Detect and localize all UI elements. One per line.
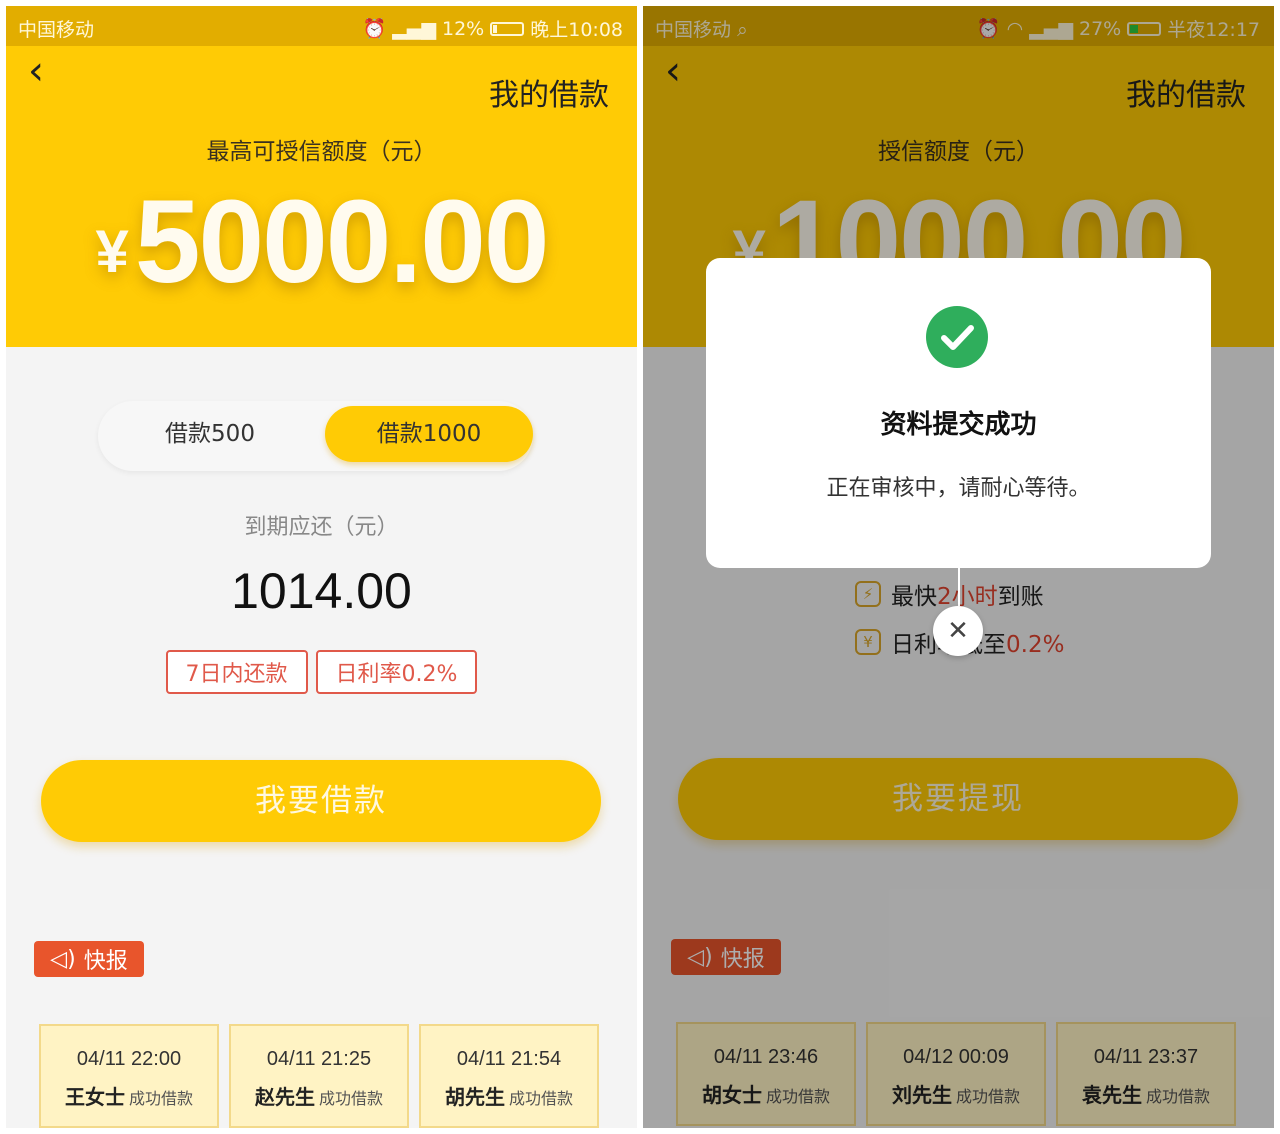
check-mark xyxy=(941,325,974,350)
credit-amount-value: 5000.00 xyxy=(134,176,550,308)
credit-label: 最高可授信额度（元） xyxy=(206,139,437,165)
status-bar: 中国移动 ⏰ ▂▄▆ 12% 晚上10:08 xyxy=(6,6,637,46)
speaker-icon: ◁) xyxy=(50,946,76,972)
dialog-connector xyxy=(958,568,960,606)
due-amount: 1014.00 xyxy=(231,563,412,619)
news-action: 成功借款 xyxy=(128,1089,193,1108)
news-card: 04/11 21:25 赵先生 成功借款 xyxy=(229,1024,409,1128)
signal-icon: ▂▄▆ xyxy=(392,17,436,40)
tab-loan-1000[interactable]: 借款1000 xyxy=(325,406,533,462)
alarm-icon: ⏰ xyxy=(362,18,387,40)
dialog-title: 资料提交成功 xyxy=(880,410,1037,440)
news-action: 成功借款 xyxy=(508,1089,573,1108)
left-phone-screen: 中国移动 ⏰ ▂▄▆ 12% 晚上10:08 ‹ 我的借款 最高可授信额度（元）… xyxy=(6,6,637,1128)
battery-percent: 12% xyxy=(442,17,485,40)
news-action: 成功借款 xyxy=(318,1089,383,1108)
currency-symbol: ¥ xyxy=(95,218,129,285)
tab-loan-500[interactable]: 借款500 xyxy=(110,406,310,462)
news-who: 胡先生 成功借款 xyxy=(421,1081,597,1110)
dialog-message: 正在审核中，请耐心等待。 xyxy=(826,476,1091,501)
news-card: 04/11 21:54 胡先生 成功借款 xyxy=(419,1024,599,1128)
news-name: 赵先生 xyxy=(254,1085,315,1109)
loan-amount-tabs: 借款500 借款1000 xyxy=(98,401,533,471)
rate-badge: 日利率0.2% xyxy=(315,650,478,694)
clock: 晚上10:08 xyxy=(530,19,623,41)
due-label: 到期应还（元） xyxy=(244,515,399,540)
back-arrow-icon[interactable]: ‹ xyxy=(28,48,44,94)
credit-header: ‹ 我的借款 最高可授信额度（元） ¥5000.00 xyxy=(6,46,637,347)
news-time: 04/11 21:25 xyxy=(266,1048,372,1070)
flash-news-label: 快报 xyxy=(83,949,128,974)
flash-news-tag: ◁) 快报 xyxy=(34,941,144,977)
success-dialog: 资料提交成功 正在审核中，请耐心等待。 xyxy=(706,258,1211,568)
news-name: 胡先生 xyxy=(444,1085,505,1109)
battery-icon xyxy=(490,21,525,36)
news-time: 04/11 22:00 xyxy=(76,1048,182,1070)
loan-terms: 7日内还款 日利率0.2% xyxy=(6,650,637,694)
news-name: 王女士 xyxy=(64,1085,125,1109)
page-title: 我的借款 xyxy=(489,78,609,113)
term-badge: 7日内还款 xyxy=(165,650,308,694)
credit-amount: ¥5000.00 xyxy=(6,174,637,310)
news-who: 王女士 成功借款 xyxy=(41,1081,217,1110)
borrow-button[interactable]: 我要借款 xyxy=(41,760,601,842)
news-who: 赵先生 成功借款 xyxy=(231,1081,407,1110)
carrier-name: 中国移动 xyxy=(18,19,95,41)
success-check-icon xyxy=(926,306,988,368)
news-card: 04/11 22:00 王女士 成功借款 xyxy=(39,1024,219,1128)
news-cards: 04/11 22:00 王女士 成功借款 04/11 21:25 赵先生 成功借款 … xyxy=(39,1024,599,1128)
right-phone-screen: 中国移动 ⌕ ⏰ ◠ ▂▄▆ 27% 半夜12:17 ‹ 我的借款 授信额度（元… xyxy=(643,6,1274,1128)
news-time: 04/11 21:54 xyxy=(456,1048,562,1070)
close-icon[interactable]: ✕ xyxy=(933,606,983,656)
